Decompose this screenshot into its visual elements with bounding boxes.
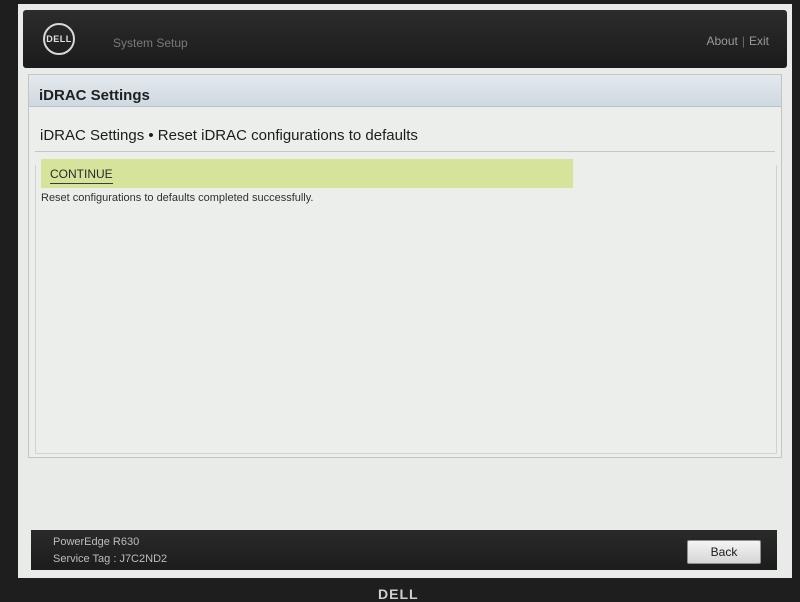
- continue-row[interactable]: CONTINUE: [41, 159, 573, 188]
- header-links: About | Exit: [707, 34, 770, 48]
- footer-bar: PowerEdge R630 Service Tag : J7C2ND2 Bac…: [31, 530, 777, 570]
- app-title: System Setup: [113, 36, 188, 50]
- dell-logo: DELL: [43, 23, 75, 55]
- status-message: Reset configurations to defaults complet…: [41, 192, 314, 204]
- model-name: PowerEdge R630: [53, 536, 140, 548]
- about-link[interactable]: About: [707, 34, 738, 48]
- page-title: iDRAC Settings • Reset iDRAC configurati…: [40, 127, 418, 144]
- settings-panel: iDRAC Settings iDRAC Settings • Reset iD…: [28, 74, 782, 458]
- exit-link[interactable]: Exit: [749, 34, 769, 48]
- continue-link[interactable]: CONTINUE: [50, 167, 113, 184]
- content-area: [35, 165, 777, 454]
- back-button[interactable]: Back: [687, 540, 761, 564]
- screen: DELL System Setup About | Exit iDRAC Setti…: [18, 4, 792, 578]
- header-separator: |: [741, 34, 745, 48]
- service-tag: Service Tag : J7C2ND2: [53, 553, 168, 565]
- section-title: iDRAC Settings: [39, 87, 150, 104]
- title-divider: [35, 151, 775, 152]
- header-bar: DELL System Setup About | Exit: [23, 10, 787, 68]
